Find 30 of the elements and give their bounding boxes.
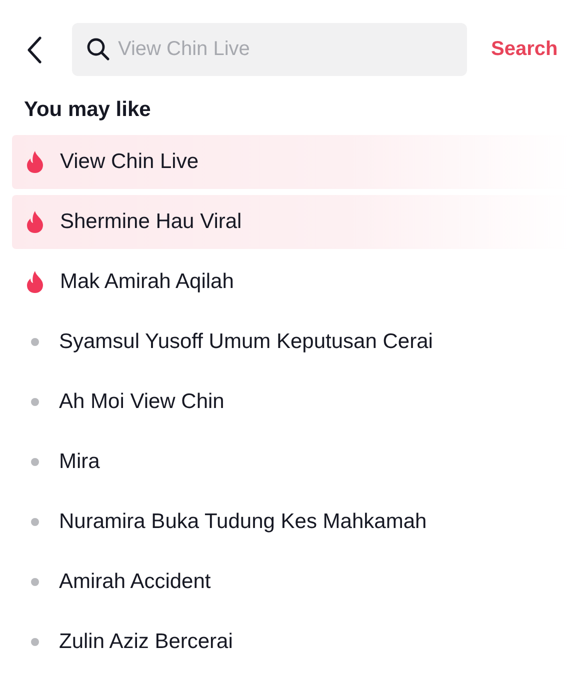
suggestion-text: Mira: [59, 450, 100, 474]
suggestion-text: Ah Moi View Chin: [59, 390, 224, 414]
bullet-icon: [31, 578, 39, 586]
suggestion-item[interactable]: Amirah Accident: [12, 555, 575, 609]
suggestion-item[interactable]: Syamsul Yusoff Umum Keputusan Cerai: [12, 315, 575, 369]
suggestion-text: Nuramira Buka Tudung Kes Mahkamah: [59, 510, 427, 534]
suggestion-text: Shermine Hau Viral: [60, 210, 242, 234]
section-title: You may like: [23, 97, 152, 123]
bullet-icon: [31, 338, 39, 346]
bullet-icon: [31, 638, 39, 646]
flame-icon: [26, 151, 44, 173]
chevron-icon: [26, 36, 42, 64]
suggestion-item[interactable]: Ah Moi View Chin: [12, 375, 575, 429]
suggestion-text: Mak Amirah Aqilah: [60, 270, 234, 294]
suggestion-item[interactable]: Mak Amirah Aqilah: [12, 255, 575, 309]
suggestion-text: View Chin Live: [60, 150, 199, 174]
suggestion-text: Syamsul Yusoff Umum Keputusan Cerai: [59, 330, 433, 354]
bullet-icon: [31, 398, 39, 406]
search-icon: [86, 37, 110, 61]
suggestion-item[interactable]: Nuramira Buka Tudung Kes Mahkamah: [12, 495, 575, 549]
flame-icon: [26, 211, 44, 233]
bullet-icon: [31, 518, 39, 526]
suggestion-item[interactable]: Mira: [12, 435, 575, 489]
suggestion-text: Amirah Accident: [59, 570, 211, 594]
search-button[interactable]: Search: [491, 38, 558, 61]
flame-icon: [26, 271, 44, 293]
suggestion-text: Zulin Aziz Bercerai: [59, 630, 233, 654]
search-field[interactable]: View Chin Live: [72, 23, 467, 76]
suggestion-item[interactable]: Zulin Aziz Bercerai: [12, 615, 575, 669]
bullet-icon: [31, 458, 39, 466]
